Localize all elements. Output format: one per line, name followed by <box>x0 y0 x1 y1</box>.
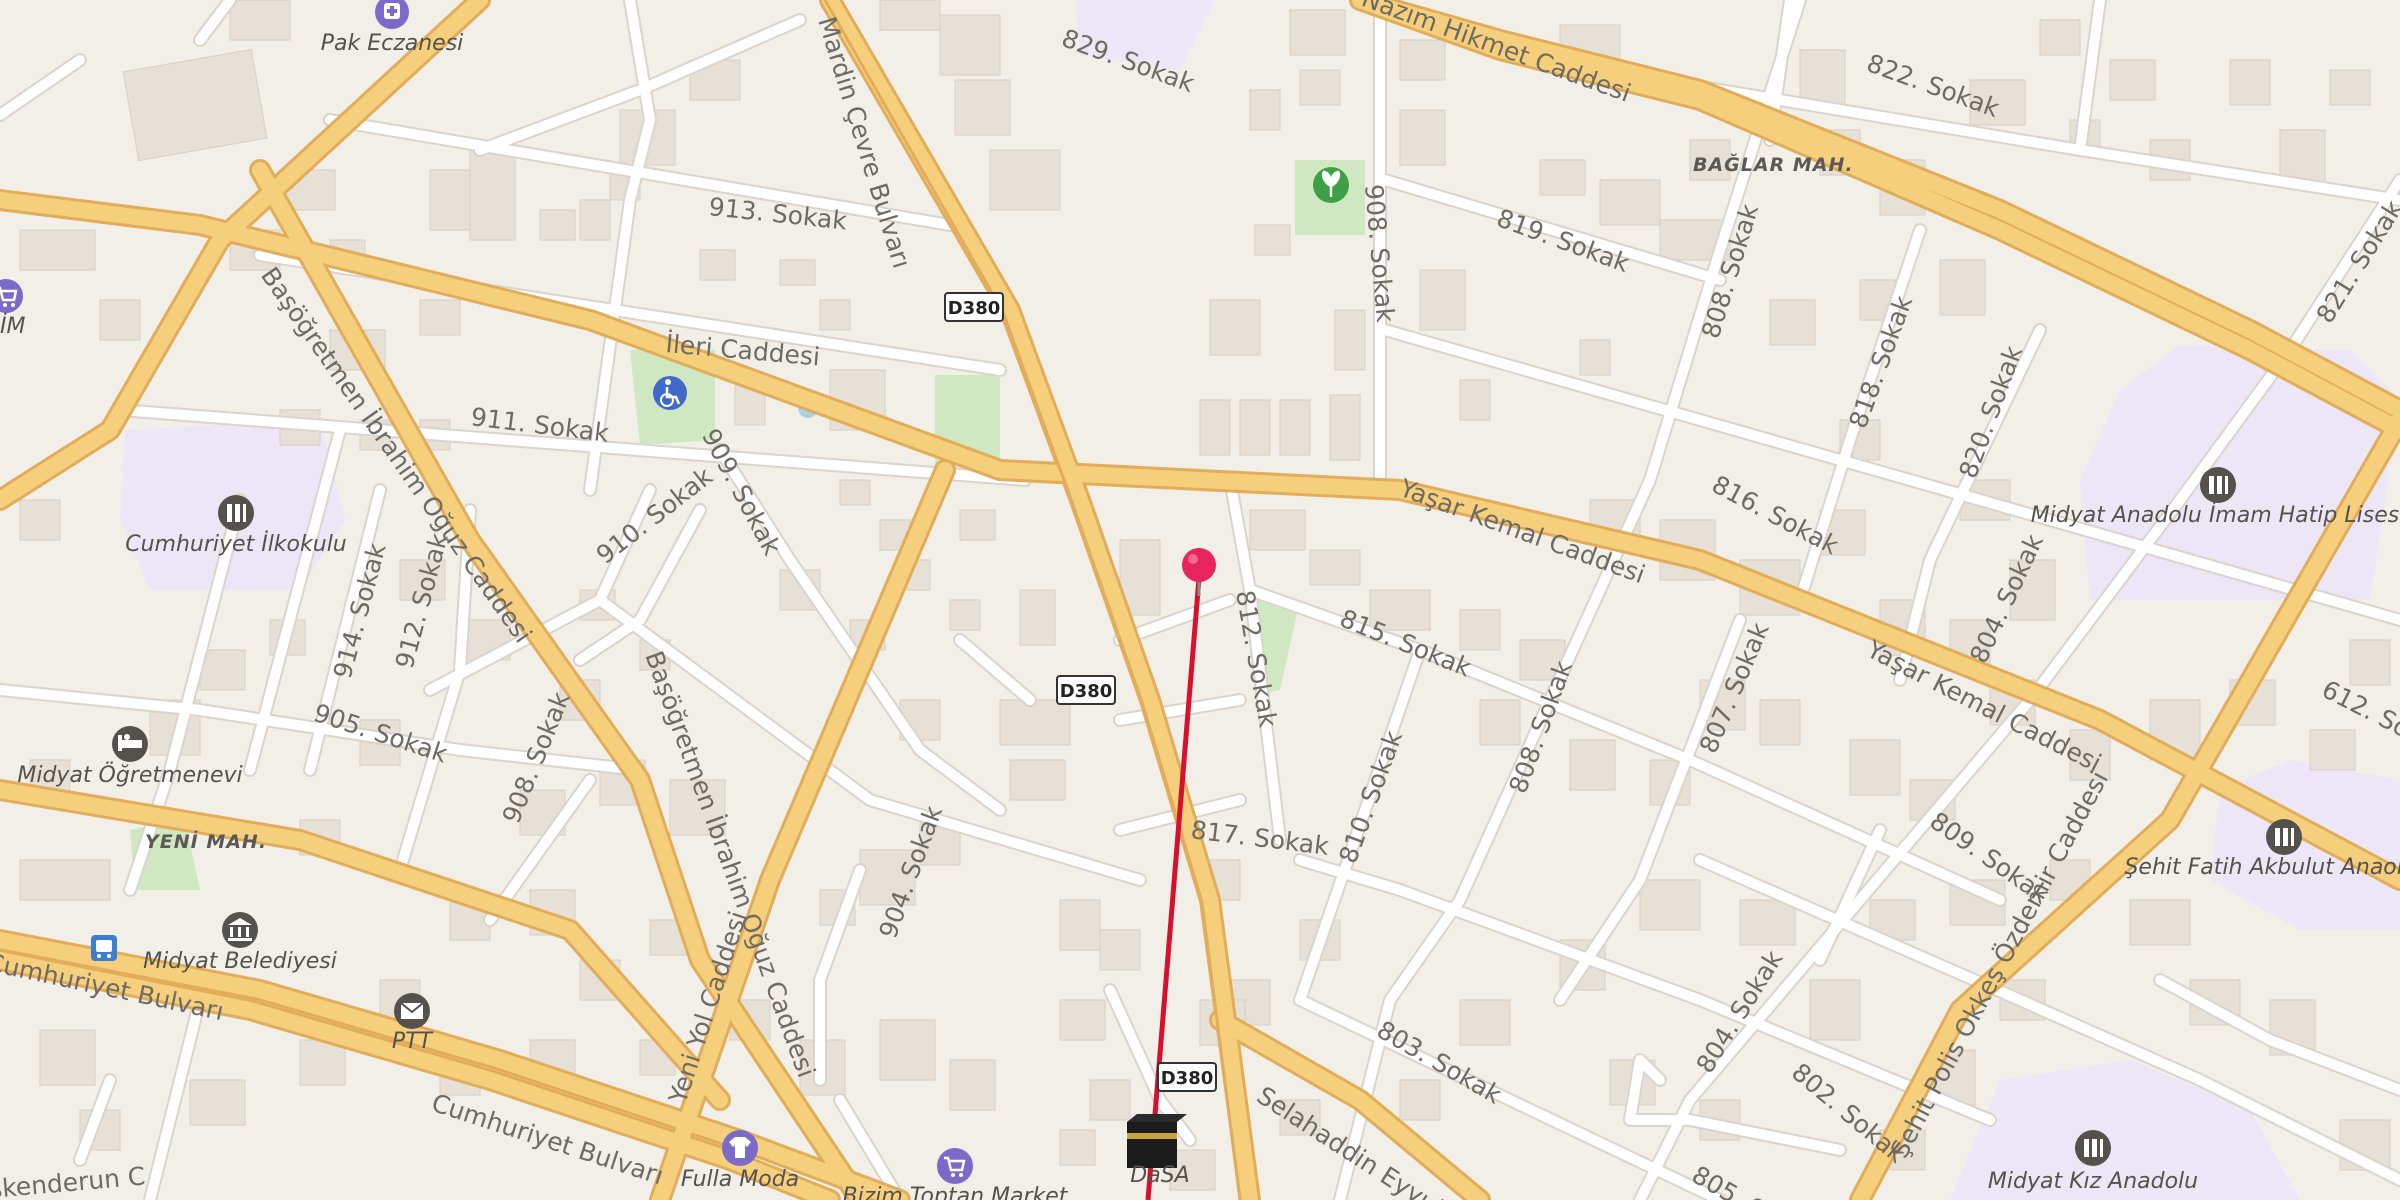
map-canvas[interactable]: 829. Sokak Nazım Hikmet Caddesi 822. Sok… <box>0 0 2400 1200</box>
school-icon <box>218 495 254 531</box>
hotel-bed-icon <box>112 726 148 762</box>
poi-label: Midyat Belediyesi <box>143 949 337 974</box>
poi-label: Midyat Öğretmenevi <box>17 762 242 788</box>
svg-text:D380: D380 <box>948 298 1001 319</box>
shopping-cart-icon <box>937 1148 973 1184</box>
bus-stop[interactable] <box>91 935 117 961</box>
wheelchair-poi[interactable] <box>653 376 687 410</box>
town-hall-icon <box>222 912 258 948</box>
svg-text:D380: D380 <box>1161 1068 1214 1089</box>
neighbourhood-label: YENİ MAH. <box>145 829 267 853</box>
neighbourhood-label: BAĞLAR MAH. <box>1693 152 1854 176</box>
route-shield: D380 <box>944 292 1004 322</box>
bus-stop-icon <box>91 935 117 961</box>
poi-label: İM <box>0 313 25 339</box>
school-icon <box>2266 819 2302 855</box>
poi-label: Midyat Anadolu İmam Hatip Lisesi <box>2031 502 2400 528</box>
svg-text:D380: D380 <box>1060 681 1113 702</box>
poi-label: PTT <box>392 1029 434 1054</box>
wheelchair-icon <box>653 376 687 410</box>
garden-center-poi[interactable] <box>1313 167 1349 203</box>
clothes-shop-icon <box>722 1130 758 1166</box>
poi-label: Cumhuriyet İlkokulu <box>125 531 347 557</box>
route-shield: D380 <box>1157 1062 1217 1092</box>
poi-label: Şehit Fatih Akbulut Anaokulu <box>2124 855 2400 880</box>
garden-center-icon <box>1313 167 1349 203</box>
route-shield: D380 <box>1056 675 1116 705</box>
poi-label: Pak Eczanesi <box>321 31 464 56</box>
school-icon <box>2075 1130 2111 1166</box>
school-icon <box>2200 467 2236 503</box>
post-office-icon <box>394 993 430 1029</box>
poi-label: DaSA <box>1130 1163 1189 1188</box>
poi-label: Bizim Toptan Market <box>843 1184 1069 1200</box>
poi-label: Midyat Kız Anadolu <box>1988 1169 2198 1194</box>
poi-label: Fulla Moda <box>681 1167 799 1192</box>
